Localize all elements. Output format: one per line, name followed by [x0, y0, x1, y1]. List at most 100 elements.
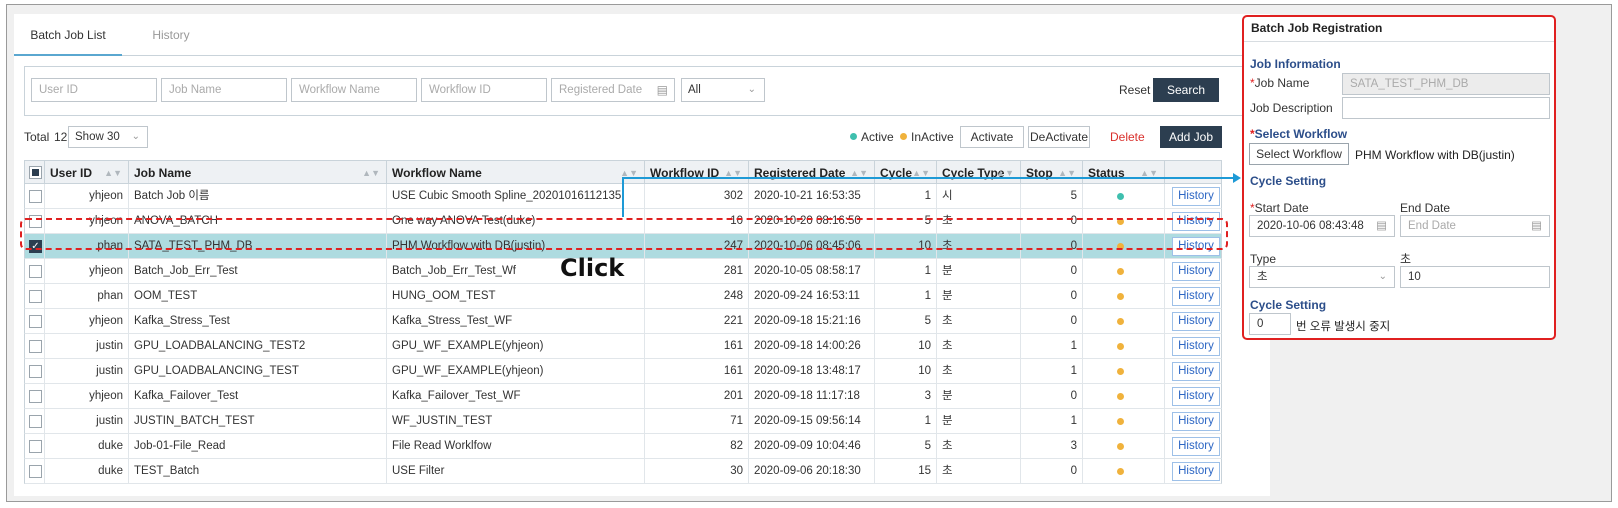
- col-workflow-name[interactable]: Workflow Name ▲▼: [387, 161, 645, 185]
- delete-button[interactable]: Delete: [1110, 130, 1145, 144]
- select-all-checkbox[interactable]: [29, 166, 42, 179]
- status-select[interactable]: All ⌄: [681, 78, 765, 102]
- cell-registered-date: 2020-10-06 08:45:06: [749, 234, 875, 259]
- cell-workflow-id: 30: [645, 459, 749, 484]
- cell-workflow-id: 302: [645, 184, 749, 209]
- cell-user-id: justin: [45, 334, 129, 359]
- cell-cycle-type: 분: [937, 384, 1021, 409]
- table-row[interactable]: yhjeon Kafka_Stress_Test Kafka_Stress_Test…: [24, 309, 1222, 334]
- row-checkbox[interactable]: [29, 415, 42, 428]
- history-button[interactable]: History: [1172, 312, 1220, 331]
- batch-job-registration-panel: Batch Job Registration Job Information *…: [1242, 15, 1556, 340]
- row-checkbox[interactable]: [29, 465, 42, 478]
- history-button[interactable]: History: [1172, 387, 1220, 406]
- history-button[interactable]: History: [1172, 237, 1220, 256]
- col-cycle[interactable]: Cycle ▲▼: [875, 161, 937, 185]
- cell-job-name: GPU_LOADBALANCING_TEST2: [129, 334, 387, 359]
- table-row[interactable]: yhjeon Kafka_Failover_Test Kafka_Failover_…: [24, 384, 1222, 409]
- sort-icon[interactable]: ▲▼: [912, 161, 930, 185]
- cell-stop: 1: [1021, 334, 1083, 359]
- search-button[interactable]: Search: [1153, 78, 1219, 102]
- page-size-select[interactable]: Show 30 ⌄: [68, 126, 148, 148]
- table-row[interactable]: duke TEST_Batch USE Filter 30 2020-09-06 20:…: [24, 459, 1222, 484]
- cell-job-name: JUSTIN_BATCH_TEST: [129, 409, 387, 434]
- col-workflow-id[interactable]: Workflow ID ▲▼: [645, 161, 749, 185]
- user-id-input[interactable]: User ID: [31, 78, 157, 102]
- col-job-name[interactable]: Job Name ▲▼: [129, 161, 387, 185]
- cell-job-name: SATA_TEST_PHM_DB: [129, 234, 387, 259]
- sort-icon[interactable]: ▲▼: [620, 161, 638, 185]
- row-checkbox[interactable]: [29, 290, 42, 303]
- history-button[interactable]: History: [1172, 187, 1220, 206]
- history-button[interactable]: History: [1172, 362, 1220, 381]
- history-button[interactable]: History: [1172, 337, 1220, 356]
- workflow-id-input[interactable]: Workflow ID: [421, 78, 547, 102]
- row-checkbox[interactable]: ✓: [29, 240, 42, 253]
- cell-user-id: phan: [45, 234, 129, 259]
- job-description-field[interactable]: [1342, 97, 1550, 119]
- calendar-icon[interactable]: ▤: [657, 79, 668, 101]
- add-job-button[interactable]: Add Job: [1160, 126, 1222, 148]
- cycle-type-select[interactable]: 초 ⌄: [1249, 266, 1395, 288]
- table-row[interactable]: yhjeon ANOVA_BATCH One way ANOVA Test(duke…: [24, 209, 1222, 234]
- col-user-id[interactable]: User ID ▲▼: [45, 161, 129, 185]
- row-checkbox[interactable]: [29, 215, 42, 228]
- row-checkbox[interactable]: [29, 315, 42, 328]
- col-stop[interactable]: Stop ▲▼: [1021, 161, 1083, 185]
- cell-status: [1083, 284, 1165, 309]
- row-checkbox[interactable]: [29, 440, 42, 453]
- cell-status: [1083, 359, 1165, 384]
- table-row[interactable]: duke Job-01-File_Read File Read Worklfow 82…: [24, 434, 1222, 459]
- cell-workflow-id: 10: [645, 209, 749, 234]
- activate-button[interactable]: Activate: [960, 126, 1024, 148]
- calendar-icon[interactable]: ▤: [1531, 216, 1542, 236]
- cell-registered-date: 2020-09-24 16:53:11: [749, 284, 875, 309]
- row-checkbox[interactable]: [29, 340, 42, 353]
- cell-registered-date: 2020-09-06 20:18:30: [749, 459, 875, 484]
- deactivate-button[interactable]: DeActivate: [1028, 126, 1090, 148]
- registered-date-input[interactable]: Registered Date ▤: [551, 78, 675, 102]
- history-button[interactable]: History: [1172, 212, 1220, 231]
- history-button[interactable]: History: [1172, 262, 1220, 281]
- tab-history[interactable]: History: [126, 14, 216, 56]
- select-workflow-button[interactable]: Select Workflow: [1249, 143, 1349, 165]
- history-button[interactable]: History: [1172, 462, 1220, 481]
- table-row[interactable]: justin GPU_LOADBALANCING_TEST GPU_WF_EXAMP…: [24, 359, 1222, 384]
- job-information-title: Job Information: [1250, 57, 1341, 71]
- sort-icon[interactable]: ▲▼: [996, 161, 1014, 185]
- workflow-name-input[interactable]: Workflow Name: [291, 78, 417, 102]
- history-button[interactable]: History: [1172, 437, 1220, 456]
- sort-icon[interactable]: ▲▼: [362, 161, 380, 185]
- tab-batch-job-list[interactable]: Batch Job List: [14, 14, 122, 56]
- row-checkbox[interactable]: [29, 265, 42, 278]
- col-cycle-type[interactable]: Cycle Type ▲▼: [937, 161, 1021, 185]
- reset-button[interactable]: Reset: [1119, 78, 1150, 102]
- history-button[interactable]: History: [1172, 412, 1220, 431]
- sort-icon[interactable]: ▲▼: [1058, 161, 1076, 185]
- row-checkbox[interactable]: [29, 190, 42, 203]
- stop-count-input[interactable]: 0: [1249, 313, 1291, 335]
- sort-icon[interactable]: ▲▼: [850, 161, 868, 185]
- table-row[interactable]: justin GPU_LOADBALANCING_TEST2 GPU_WF_EXAM…: [24, 334, 1222, 359]
- row-checkbox[interactable]: [29, 390, 42, 403]
- cell-cycle-type: 분: [937, 284, 1021, 309]
- col-registered-date[interactable]: Registered Date ▲▼: [749, 161, 875, 185]
- row-checkbox[interactable]: [29, 365, 42, 378]
- sort-icon[interactable]: ▲▼: [724, 161, 742, 185]
- calendar-icon[interactable]: ▤: [1376, 216, 1387, 236]
- col-cycle-type-label: Cycle Type: [942, 166, 1005, 180]
- table-row[interactable]: justin JUSTIN_BATCH_TEST WF_JUSTIN_TEST 71 2…: [24, 409, 1222, 434]
- history-button[interactable]: History: [1172, 287, 1220, 306]
- table-row[interactable]: yhjeon Batch Job 이름 USE Cubic Smooth Splin…: [24, 184, 1222, 209]
- start-date-input[interactable]: 2020-10-06 08:43:48 ▤: [1249, 215, 1395, 237]
- sort-icon[interactable]: ▲▼: [1140, 161, 1158, 185]
- checkbox-cell: [25, 334, 45, 359]
- table-row[interactable]: phan OOM_TEST HUNG_OOM_TEST 248 2020-09-24 1…: [24, 284, 1222, 309]
- sort-icon[interactable]: ▲▼: [104, 161, 122, 185]
- end-date-input[interactable]: End Date ▤: [1400, 215, 1550, 237]
- job-name-input[interactable]: Job Name: [161, 78, 287, 102]
- divider: [1244, 41, 1554, 42]
- cycle-value-input[interactable]: 10: [1400, 266, 1550, 288]
- cell-workflow-id: 247: [645, 234, 749, 259]
- col-status[interactable]: Status ▲▼: [1083, 161, 1165, 185]
